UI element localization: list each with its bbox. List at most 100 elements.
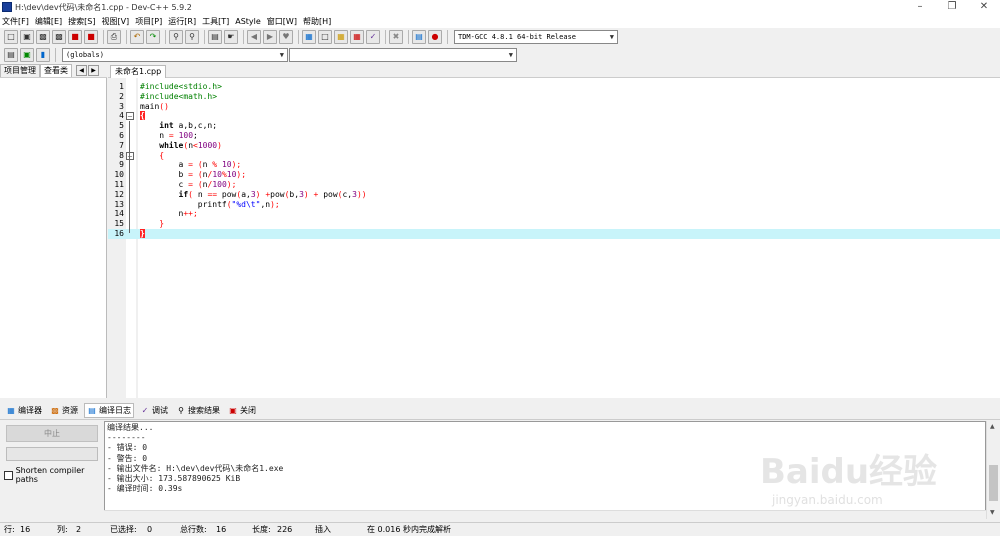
shorten-paths-checkbox[interactable] <box>4 470 13 480</box>
tab-compile-log[interactable]: ▤ 编译日志 <box>84 403 134 418</box>
shorten-paths-label: Shorten compiler paths <box>15 466 85 484</box>
find-icon[interactable]: ⚲ <box>169 30 183 44</box>
code-line: 13 printf("%d\t",n); <box>114 199 280 209</box>
tab-resources[interactable]: ▩ 资源 <box>48 404 80 417</box>
close-window-button[interactable]: ✕ <box>968 0 1000 14</box>
code-line: 6 n = 100; <box>119 131 198 140</box>
open-file-icon[interactable]: ▣ <box>20 30 34 44</box>
fold-toggle-icon[interactable]: – <box>126 112 134 121</box>
replace-icon[interactable]: ⚲ <box>185 30 199 44</box>
menu-window[interactable]: 窗口[W] <box>267 16 297 27</box>
log-line: 编译结果... <box>107 423 154 432</box>
print-icon[interactable]: ⎙ <box>107 30 121 44</box>
fold-guide <box>129 121 130 233</box>
compiler-select[interactable]: TDM-GCC 4.8.1 64-bit Release ▼ <box>454 30 618 44</box>
status-row-label: 行: <box>4 525 15 534</box>
shorten-paths-option[interactable]: Shorten compiler paths <box>4 466 104 484</box>
watermark-url: jingyan.baidu.com <box>772 493 883 507</box>
code-line: 14 n++; <box>114 209 198 219</box>
abort-button[interactable]: 中止 <box>6 425 98 442</box>
scope-select[interactable]: (globals) ▼ <box>62 48 288 62</box>
debug-icon[interactable]: ● <box>428 30 442 44</box>
fold-toggle-icon[interactable]: – <box>126 151 134 160</box>
minimize-button[interactable]: – <box>904 0 936 14</box>
grid-icon: ▦ <box>7 405 15 415</box>
chevron-down-icon: ▼ <box>279 51 284 59</box>
redo-icon[interactable]: ↷ <box>146 30 160 44</box>
tab-search-results[interactable]: ⚲ 搜索结果 <box>174 404 222 417</box>
menu-astyle[interactable]: AStyle <box>235 17 261 26</box>
maximize-button[interactable]: ❐ <box>936 0 968 14</box>
tab-debug[interactable]: ✓ 调试 <box>138 404 170 417</box>
menu-execute[interactable]: 运行[R] <box>168 16 196 27</box>
tab-compiler[interactable]: ▦ 编译器 <box>4 404 44 417</box>
code-line: 3 main() <box>119 101 169 111</box>
menu-help[interactable]: 帮助[H] <box>303 16 331 27</box>
comment-icon[interactable]: ♥ <box>279 30 293 44</box>
close-all-icon[interactable]: ■ <box>84 30 98 44</box>
close-file-icon[interactable]: ■ <box>68 30 82 44</box>
new-file-icon[interactable]: □ <box>4 30 18 44</box>
toggle-bookmark-icon[interactable]: ☛ <box>224 30 238 44</box>
code-line: 11 c = (n/100); <box>114 180 237 189</box>
tab-class-view[interactable]: 查看类 <box>40 64 72 77</box>
syntax-check-icon[interactable]: ✓ <box>366 30 380 44</box>
status-selected: 0 <box>147 525 153 534</box>
window-controls: – ❐ ✕ <box>904 0 1000 14</box>
chevron-down-icon: ▼ <box>508 51 513 59</box>
watermark-brand: Baidu经验 <box>760 452 938 492</box>
profile-icon[interactable]: ▤ <box>412 30 426 44</box>
code-line: 8– { <box>119 150 165 160</box>
chevron-down-icon: ▼ <box>609 33 614 41</box>
menu-view[interactable]: 视图[V] <box>101 16 129 27</box>
indent-right-icon[interactable]: ▶ <box>263 30 277 44</box>
status-row: 16 <box>20 525 31 534</box>
undo-icon[interactable]: ↶ <box>130 30 144 44</box>
log-vertical-scrollbar[interactable]: ▲ ▼ <box>986 421 1000 519</box>
compile-icon[interactable]: ▦ <box>302 30 316 44</box>
toolbar-separator <box>126 30 127 44</box>
status-selected-label: 已选择: <box>110 525 137 534</box>
save-all-icon[interactable]: ▩ <box>52 30 66 44</box>
new-project-icon[interactable]: ▤ <box>4 48 18 62</box>
menu-file[interactable]: 文件[F] <box>2 16 29 27</box>
stop-icon[interactable]: ✖ <box>389 30 403 44</box>
run-icon[interactable]: □ <box>318 30 332 44</box>
tab-scroll-left-icon[interactable]: ◀ <box>76 65 87 76</box>
save-icon[interactable]: ▩ <box>36 30 50 44</box>
editor-tabs: 未命名1.cpp <box>108 64 1000 78</box>
member-select[interactable]: ▼ <box>289 48 517 62</box>
code-line: 9 a = (n % 10); <box>119 160 242 170</box>
add-to-project-icon[interactable]: ▣ <box>20 48 34 62</box>
indent-left-icon[interactable]: ◀ <box>247 30 261 44</box>
goto-line-icon[interactable]: ▤ <box>208 30 222 44</box>
code-line: 2 #include<math.h> <box>119 91 218 101</box>
scrollbar-thumb[interactable] <box>989 465 998 501</box>
bottom-panel-tabs: ▦ 编译器 ▩ 资源 ▤ 编译日志 ✓ 调试 ⚲ 搜索结果 ▣ 关闭 <box>0 402 1000 420</box>
toolbar-separator <box>204 30 205 44</box>
menu-project[interactable]: 项目[P] <box>135 16 162 27</box>
toolbar-separator <box>385 30 386 44</box>
compile-run-icon[interactable]: ▦ <box>334 30 348 44</box>
tab-close[interactable]: ▣ 关闭 <box>226 404 258 417</box>
main-toolbar: □ ▣ ▩ ▩ ■ ■ ⎙ ↶ ↷ ⚲ ⚲ ▤ ☛ ◀ ▶ ♥ ▦ □ ▦ ▦ … <box>0 28 1000 46</box>
code-editor[interactable]: 1 #include<stdio.h> 2 #include<math.h> 3 ma… <box>108 78 1000 398</box>
left-panel-tabs: 项目管理 查看类 ◀ ▶ <box>0 64 107 78</box>
menu-tools[interactable]: 工具[T] <box>202 16 229 27</box>
scroll-up-icon[interactable]: ▲ <box>990 423 995 430</box>
menu-search[interactable]: 搜索[S] <box>68 16 95 27</box>
toolbar-separator <box>55 48 56 62</box>
code-line: 15 } <box>114 219 165 229</box>
menu-edit[interactable]: 编辑[E] <box>35 16 62 27</box>
rebuild-icon[interactable]: ▦ <box>350 30 364 44</box>
class-browser-panel[interactable] <box>0 78 107 398</box>
tab-project[interactable]: 项目管理 <box>0 64 40 77</box>
project-options-icon[interactable]: ▮ <box>36 48 50 62</box>
tab-scroll-right-icon[interactable]: ▶ <box>88 65 99 76</box>
status-length: 226 <box>277 525 293 534</box>
scroll-down-icon[interactable]: ▼ <box>990 509 995 516</box>
tab-resources-label: 资源 <box>62 406 78 415</box>
tab-file[interactable]: 未命名1.cpp <box>110 65 167 78</box>
resources-icon: ▩ <box>51 405 59 415</box>
close-icon: ▣ <box>229 405 237 415</box>
